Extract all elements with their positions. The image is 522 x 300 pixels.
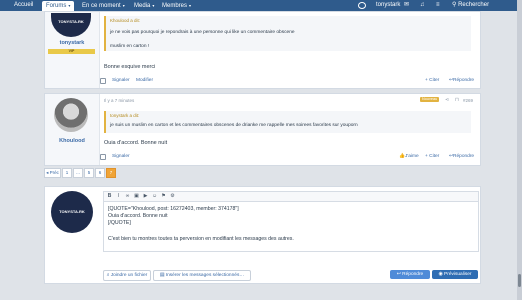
flag-icon[interactable]: ⚑ [160,193,167,200]
username[interactable]: tonystark [45,40,99,46]
quote-line: je suis un muslim en carton et les comme… [110,123,358,128]
avatar[interactable] [54,98,88,132]
editor-line: C'est bien tu montres toutes ta perversi… [108,236,294,242]
report-link[interactable]: Signaler [112,154,130,159]
post-tonystark: TONYSTA.RK tonystark VIP Khoulood a dit:… [44,11,481,89]
search-icon: ⚲ [452,2,457,8]
quote-line: je ne vois pas pourquoi je repondrais à … [110,30,295,35]
italic-icon[interactable]: I [115,193,122,200]
bell-icon[interactable]: ♫ [420,2,425,9]
new-badge: Nouveau [420,97,440,102]
post-number[interactable]: #269 [463,98,473,103]
eye-icon: ◉ [438,272,443,277]
quote-line: muslim en carton ! [110,44,150,49]
nav-members-label: Membres [162,3,188,9]
mail-icon[interactable]: ✉ [404,2,409,9]
image-icon[interactable]: ▣ [133,193,140,200]
attach-file-button[interactable]: ⌕ Joindre un fichier [103,270,151,281]
bookmark-icon[interactable]: ⊓ [455,97,459,103]
search-button[interactable]: ⚲ Rechercher [452,2,489,9]
search-label: Rechercher [458,2,490,8]
insert-selected-button[interactable]: ▤ Insérer les messages sélectionnés… [153,270,251,281]
quote-header[interactable]: Khoulood a dit: [110,18,140,23]
reply-editor: TONYSTA.RK B I ∞ ▣ ▶ ☺ ⚑ ⚙ [QUOTE="Khoul… [44,186,481,284]
bold-icon[interactable]: B [106,193,113,200]
select-checkbox[interactable] [100,78,106,84]
post-body: Bonne esquive merci [104,64,156,70]
quote-block: tonystark a dit: je suis un muslim en ca… [104,111,471,133]
scrollbar-thumb[interactable] [518,274,521,287]
post-body: Ouia d'accord. Bonne nuit [104,140,168,146]
report-link[interactable]: Signaler [112,78,130,83]
like-link[interactable]: 👍J'aime [399,154,419,159]
news-icon[interactable]: ≡ [436,2,440,9]
chevron-down-icon: ▾ [189,3,192,8]
reply-button[interactable]: ↩ Répondre [390,270,430,279]
reply-label: Répondre [453,78,475,83]
insert-icon: ▤ [159,273,165,278]
nav-media-label: Media [134,3,151,9]
nav-recent[interactable]: En ce moment ▾ [82,2,125,10]
reply-button-label: Répondre [402,272,424,277]
pager-page[interactable]: 6 [95,168,105,178]
quote-block: Khoulood a dit: je ne vois pas pourquoi … [104,16,471,51]
reply-link[interactable]: ↩Répondre [449,78,474,83]
attach-label: Joindre un fichier [110,273,148,278]
nav-user[interactable]: tonystark [376,2,400,9]
editor-line: [QUOTE="Khoulood, post: 16272403, member… [108,206,239,212]
smiley-icon[interactable]: ☺ [151,193,158,200]
like-label: J'aime [404,154,419,159]
share-icon[interactable]: ⋖ [445,97,449,103]
pager-ellipsis[interactable]: … [73,168,83,178]
nav-recent-label: En ce moment [82,3,121,9]
insert-label: Insérer les messages sélectionnés… [165,273,245,278]
nav-forums-label: Forums [46,3,67,9]
preview-button-label: Prévisualiser [444,272,472,277]
editor-line: [/QUOTE] [108,220,131,226]
media-icon[interactable]: ▶ [142,193,149,200]
reply-label: Répondre [453,154,475,159]
editor-line: Ouia d'accord. Bonne nuit [108,213,168,219]
nav-home[interactable]: Accueil [14,2,33,9]
preview-button[interactable]: ◉ Prévisualiser [432,270,478,279]
pager-prev[interactable]: ◂ Préc [44,168,61,178]
paperclip-icon: ⌕ [106,273,110,278]
select-checkbox[interactable] [100,154,106,160]
chevron-down-icon: ▾ [68,3,71,8]
rank-badge: VIP [48,49,95,54]
message-textarea[interactable]: [QUOTE="Khoulood, post: 16272403, member… [103,201,479,252]
post-khoulood: Khoulood Il y a 7 minutes Nouveau ⋖ ⊓ #2… [44,93,481,166]
avatar: TONYSTA.RK [51,191,93,233]
nav-forums[interactable]: Forums ▾ [42,1,75,11]
avatar-small[interactable] [358,2,366,9]
avatar[interactable]: TONYSTA.RK [51,13,91,37]
top-navigation-bar: Accueil Forums ▾ En ce moment ▾ Media ▾ Mem… [0,0,522,11]
scrollbar-track[interactable] [517,0,522,300]
chevron-down-icon: ▾ [122,3,125,8]
reply-link[interactable]: ↩Répondre [449,154,474,159]
post-time[interactable]: Il y a 7 minutes [104,98,134,103]
pager-page[interactable]: 1 [62,168,72,178]
quote-link[interactable]: + Citer [425,154,439,159]
reply-icon: ↩ [396,272,401,277]
edit-link[interactable]: Modifier [136,78,153,83]
user-pane: TONYSTA.RK tonystark VIP [45,12,100,88]
user-pane: Khoulood [45,94,100,165]
settings-icon[interactable]: ⚙ [169,193,176,200]
quote-link[interactable]: + Citer [425,78,439,83]
username[interactable]: Khoulood [45,138,99,144]
pager-current[interactable]: 7 [106,168,116,178]
pager-page[interactable]: 5 [84,168,94,178]
chevron-down-icon: ▾ [152,3,155,8]
nav-media[interactable]: Media ▾ [134,2,154,10]
nav-members[interactable]: Membres ▾ [162,2,191,10]
quote-header[interactable]: tonystark a dit: [110,113,139,118]
link-icon[interactable]: ∞ [124,193,131,200]
